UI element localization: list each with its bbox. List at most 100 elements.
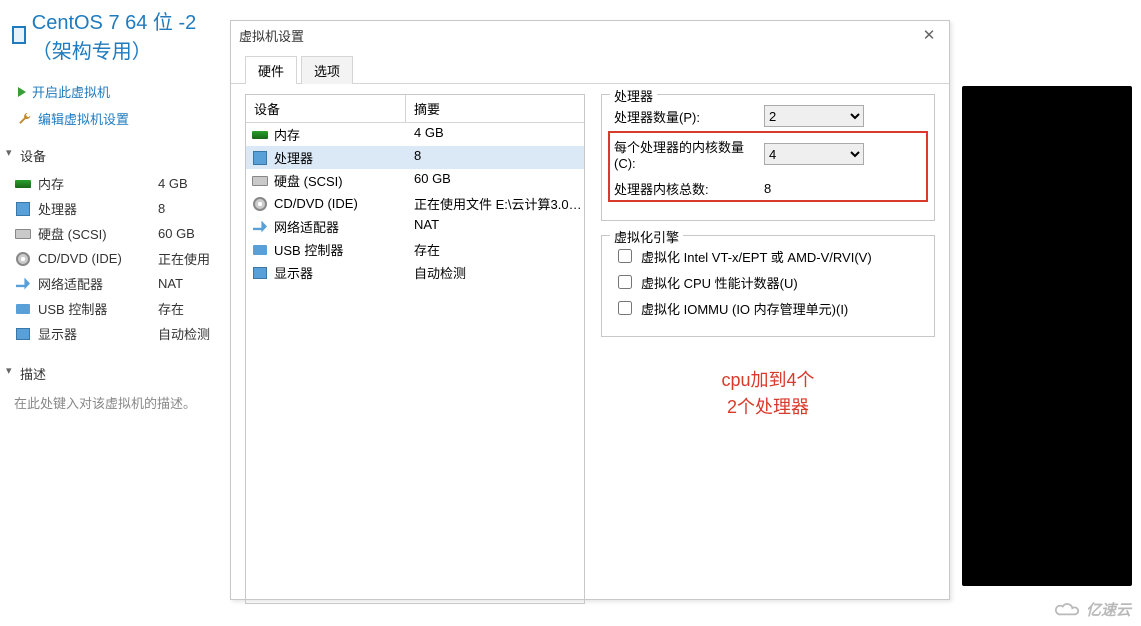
dialog-tabs: 硬件 选项: [231, 55, 949, 84]
dsp-icon: [252, 266, 268, 280]
hardware-row-name: 显示器: [274, 263, 313, 282]
hardware-row-summary: NAT: [406, 217, 584, 236]
mem-icon: [252, 128, 268, 142]
device-name: 处理器: [38, 199, 158, 218]
device-name: 网络适配器: [38, 274, 158, 293]
cpu-icon: [14, 202, 32, 216]
annotation-text: cpu加到4个 2个处理器: [601, 367, 935, 421]
disk-icon: [252, 174, 268, 188]
section-description[interactable]: 描述: [0, 360, 230, 387]
checkbox-cpu-counters-input[interactable]: [618, 275, 632, 289]
hardware-row-name: 内存: [274, 125, 300, 144]
hardware-row-summary: 60 GB: [406, 171, 584, 190]
power-on-link[interactable]: 开启此虚拟机: [18, 82, 230, 101]
processor-settings: 处理器 处理器数量(P): 2 每个处理器的内核数量(C): 4: [601, 94, 935, 604]
vm-settings-dialog: 虚拟机设置 ✕ 硬件 选项 设备 摘要 内存4 GB处理器8硬盘 (SCSI)6…: [230, 20, 950, 600]
checkbox-iommu-input[interactable]: [618, 301, 632, 315]
usb-icon: [14, 302, 32, 316]
checkbox-vt-x[interactable]: 虚拟化 Intel VT-x/EPT 或 AMD-V/RVI(V): [614, 246, 922, 266]
virt-engine-fieldset: 虚拟化引擎 虚拟化 Intel VT-x/EPT 或 AMD-V/RVI(V) …: [601, 235, 935, 337]
device-value: 自动检测: [158, 324, 210, 343]
row-processor-count: 处理器数量(P): 2: [614, 105, 922, 127]
total-cores-value: 8: [764, 181, 864, 196]
cloud-icon: [1054, 601, 1082, 619]
hardware-row[interactable]: 硬盘 (SCSI) 60 GB: [246, 169, 584, 192]
total-cores-label: 处理器内核总数:: [614, 179, 764, 198]
hardware-table-header: 设备 摘要: [246, 95, 584, 123]
hardware-row[interactable]: 内存 4 GB: [246, 123, 584, 146]
watermark: 亿速云: [1054, 599, 1131, 620]
hardware-row-name: 硬盘 (SCSI): [274, 171, 343, 190]
processor-fieldset: 处理器 处理器数量(P): 2 每个处理器的内核数量(C): 4: [601, 94, 935, 221]
device-value: 正在使用: [158, 249, 210, 268]
mem-icon: [14, 177, 32, 191]
hardware-table: 设备 摘要 内存 4 GB 处理器8 硬盘 (SCSI) 60 GB CD/DVD (ID…: [245, 94, 585, 604]
vm-title-text: CentOS 7 64 位 -2（架构专用）: [32, 6, 230, 64]
left-device-row[interactable]: 处理器8: [0, 196, 230, 221]
vm-icon: [12, 26, 26, 44]
device-value: NAT: [158, 276, 183, 291]
hardware-row-summary: 自动检测: [406, 263, 584, 282]
device-name: CD/DVD (IDE): [38, 251, 158, 266]
hardware-row-name: CD/DVD (IDE): [274, 196, 358, 211]
device-value: 存在: [158, 299, 184, 318]
col-summary: 摘要: [406, 95, 584, 122]
description-hint: 在此处键入对该虚拟机的描述。: [0, 387, 230, 412]
vm-title: CentOS 7 64 位 -2（架构专用）: [0, 6, 230, 64]
processor-count-label: 处理器数量(P):: [614, 107, 764, 126]
cd-icon: [14, 252, 32, 266]
row-cores-per-processor: 每个处理器的内核数量(C): 4: [614, 137, 922, 171]
hardware-row-name: USB 控制器: [274, 240, 343, 259]
power-on-label: 开启此虚拟机: [32, 82, 110, 101]
left-device-row[interactable]: 显示器自动检测: [0, 321, 230, 346]
virt-engine-legend: 虚拟化引擎: [610, 227, 683, 246]
device-value: 60 GB: [158, 226, 195, 241]
left-device-row[interactable]: 内存4 GB: [0, 171, 230, 196]
vm-side-panel: CentOS 7 64 位 -2（架构专用） 开启此虚拟机 编辑虚拟机设置 设备…: [0, 0, 230, 412]
checkbox-cpu-counters[interactable]: 虚拟化 CPU 性能计数器(U): [614, 272, 922, 292]
hardware-row-summary: 4 GB: [406, 125, 584, 144]
edit-settings-link[interactable]: 编辑虚拟机设置: [18, 109, 230, 128]
dsp-icon: [14, 327, 32, 341]
device-name: 硬盘 (SCSI): [38, 224, 158, 243]
left-device-row[interactable]: 网络适配器NAT: [0, 271, 230, 296]
cores-label: 每个处理器的内核数量(C):: [614, 137, 764, 171]
play-icon: [18, 87, 26, 97]
hardware-row[interactable]: USB 控制器 存在: [246, 238, 584, 261]
tab-options[interactable]: 选项: [301, 56, 353, 84]
edit-settings-label: 编辑虚拟机设置: [38, 109, 129, 128]
close-icon[interactable]: ✕: [917, 26, 941, 44]
net-icon: [14, 277, 32, 291]
dialog-titlebar: 虚拟机设置 ✕: [231, 21, 949, 49]
hardware-row-summary: 存在: [406, 240, 584, 259]
usb-icon: [252, 243, 268, 257]
tab-hardware[interactable]: 硬件: [245, 56, 297, 84]
section-devices[interactable]: 设备: [0, 142, 230, 169]
hardware-row[interactable]: 显示器 自动检测: [246, 261, 584, 284]
hardware-row[interactable]: CD/DVD (IDE) 正在使用文件 E:\云计算3.0\Lin...: [246, 192, 584, 215]
net-icon: [252, 220, 268, 234]
cores-select[interactable]: 4: [764, 143, 864, 165]
hardware-row-summary: 8: [406, 148, 584, 167]
cpu-icon: [252, 151, 268, 165]
cd-icon: [252, 197, 268, 211]
hardware-row[interactable]: 处理器8: [246, 146, 584, 169]
processor-count-select[interactable]: 2: [764, 105, 864, 127]
left-device-row[interactable]: CD/DVD (IDE)正在使用: [0, 246, 230, 271]
checkbox-vt-x-input[interactable]: [618, 249, 632, 263]
row-total-cores: 处理器内核总数: 8: [614, 179, 922, 198]
col-device: 设备: [246, 95, 406, 122]
hardware-row-summary: 正在使用文件 E:\云计算3.0\Lin...: [406, 194, 584, 213]
hardware-row-name: 网络适配器: [274, 217, 339, 236]
left-device-list: 内存4 GB处理器8硬盘 (SCSI)60 GBCD/DVD (IDE)正在使用…: [0, 169, 230, 346]
left-device-row[interactable]: USB 控制器存在: [0, 296, 230, 321]
dialog-title: 虚拟机设置: [239, 26, 304, 45]
device-name: USB 控制器: [38, 299, 158, 318]
device-value: 8: [158, 201, 165, 216]
device-value: 4 GB: [158, 176, 188, 191]
hardware-row[interactable]: 网络适配器 NAT: [246, 215, 584, 238]
disk-icon: [14, 227, 32, 241]
processor-legend: 处理器: [610, 86, 657, 105]
left-device-row[interactable]: 硬盘 (SCSI)60 GB: [0, 221, 230, 246]
checkbox-iommu[interactable]: 虚拟化 IOMMU (IO 内存管理单元)(I): [614, 298, 922, 318]
